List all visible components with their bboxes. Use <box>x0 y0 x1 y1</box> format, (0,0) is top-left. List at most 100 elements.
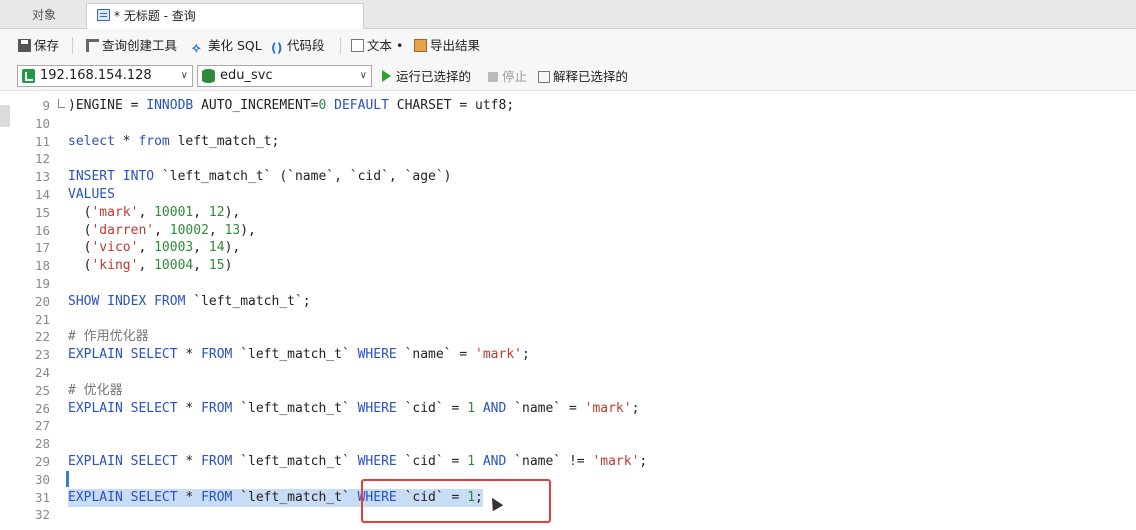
line-number: 11 <box>34 133 50 149</box>
code-line[interactable]: 10 <box>0 115 1136 133</box>
code-token: EXPLAIN SELECT <box>68 347 178 363</box>
code-token: , <box>193 240 209 256</box>
code-token: WHERE <box>357 347 397 363</box>
code-snippet-button[interactable]: () 代码段 <box>271 37 325 55</box>
code-token: 1 <box>467 454 476 469</box>
code-token: AND <box>482 400 507 416</box>
code-token: , <box>138 258 155 274</box>
line-number: 18 <box>34 258 50 274</box>
toolbar-divider <box>340 37 341 54</box>
connection-host: 192.168.154.128 <box>40 68 152 83</box>
code-line[interactable]: 22 # 作用优化器 <box>0 328 1136 346</box>
code-snippet-label: 代码段 <box>287 38 325 53</box>
code-line[interactable]: 25 # 优化器 <box>0 382 1136 400</box>
code-line[interactable]: 15 ('mark', 10001, 12), <box>0 204 1136 222</box>
explain-selected-button[interactable]: 解释已选择的 <box>538 69 628 85</box>
code-line[interactable]: 16 ('darren', 10002, 13), <box>0 222 1136 240</box>
code-token: * <box>114 133 139 149</box>
code-line[interactable]: 9)ENGINE = INNODB AUTO_INCREMENT=0 DEFAU… <box>0 97 1136 115</box>
line-number: 28 <box>34 436 50 452</box>
code-token: * <box>177 400 202 416</box>
line-number: 21 <box>34 311 50 327</box>
code-line[interactable]: 11 select * from left_match_t; <box>0 133 1136 151</box>
query-builder-icon <box>86 39 99 52</box>
code-line[interactable]: 31 EXPLAIN SELECT * FROM `left_match_t` W… <box>0 488 1136 507</box>
save-icon <box>18 39 31 52</box>
code-line[interactable]: 19 <box>0 275 1136 293</box>
code-token: )ENGINE = <box>68 98 147 113</box>
code-token: 'mark' <box>475 347 522 363</box>
code-line[interactable]: 24 <box>0 364 1136 382</box>
line-number: 25 <box>34 382 50 398</box>
code-line[interactable]: 21 <box>0 311 1136 329</box>
explain-selected-label: 解释已选择的 <box>553 69 629 84</box>
code-token: 10002 <box>169 222 209 238</box>
code-token: 13 <box>224 222 241 238</box>
beautify-sql-button[interactable]: ⟡ 美化 SQL <box>192 37 262 56</box>
code-token: DEFAULT <box>334 98 389 113</box>
code-token: INNODB <box>146 98 194 113</box>
code-line[interactable]: 29 EXPLAIN SELECT * FROM `left_match_t` W… <box>0 453 1136 471</box>
code-token: `left_match_t` <box>232 347 358 363</box>
database-name: edu_svc <box>220 68 273 83</box>
code-line[interactable]: 20 SHOW INDEX FROM `left_match_t`; <box>0 293 1136 311</box>
code-token: 12 <box>208 204 225 220</box>
code-token: , <box>193 258 209 274</box>
tab-objects[interactable]: 对象 <box>22 3 66 29</box>
code-text: ('darren', 10002, 13), <box>68 222 256 240</box>
line-number: 23 <box>34 347 50 363</box>
line-number: 9 <box>42 98 50 113</box>
line-number: 19 <box>34 276 50 291</box>
code-token: ; <box>631 400 640 416</box>
code-token: , <box>138 204 155 220</box>
run-selected-label: 运行已选择的 <box>396 69 472 84</box>
code-token: `name` != <box>506 454 593 469</box>
connection-select[interactable]: 192.168.154.128 ∨ <box>17 65 193 87</box>
tab-query[interactable]: * 无标题 - 查询 <box>86 3 364 29</box>
code-token: WHERE <box>357 454 397 469</box>
beautify-icon: ⟡ <box>192 41 201 56</box>
code-line[interactable]: 14 VALUES <box>0 186 1136 204</box>
code-token: 'mark' <box>91 204 139 220</box>
code-token: 'king' <box>91 258 139 274</box>
chevron-down-icon: ∨ <box>359 70 367 81</box>
run-selected-button[interactable]: 运行已选择的 <box>382 69 471 85</box>
code-line[interactable]: 13 INSERT INTO `left_match_t` (`name`, `c… <box>0 168 1136 186</box>
annotation-highlight-box <box>361 479 551 523</box>
code-token: 'vico' <box>91 240 139 256</box>
code-token: ; <box>522 347 530 363</box>
code-token: 'mark' <box>584 400 632 416</box>
line-number: 13 <box>34 169 50 185</box>
database-select[interactable]: edu_svc ∨ <box>197 65 372 87</box>
save-button[interactable]: 保存 <box>18 37 59 55</box>
code-line[interactable]: 26 EXPLAIN SELECT * FROM `left_match_t` W… <box>0 400 1136 418</box>
code-line[interactable]: 18 ('king', 10004, 15) <box>0 257 1136 275</box>
code-line[interactable]: 30 <box>0 470 1136 489</box>
text-mode-button[interactable]: 文本 • <box>351 37 403 55</box>
code-token: FROM <box>201 454 233 469</box>
code-line[interactable]: 12 <box>0 150 1136 168</box>
code-token: ), <box>224 240 241 256</box>
code-line[interactable]: 27 <box>0 417 1136 435</box>
code-text: select * from left_match_t; <box>68 133 279 151</box>
code-line[interactable]: 32 <box>0 506 1136 524</box>
code-token: CHARSET = utf8; <box>388 98 515 113</box>
code-line[interactable]: 17 ('vico', 10003, 14), <box>0 239 1136 257</box>
export-results-label: 导出结果 <box>430 38 481 53</box>
code-line[interactable]: 28 <box>0 435 1136 453</box>
line-number: 22 <box>34 329 50 345</box>
stop-button[interactable]: 停止 <box>488 69 527 85</box>
sql-editor[interactable]: 9)ENGINE = INNODB AUTO_INCREMENT=0 DEFAU… <box>0 91 1136 530</box>
toolbar: 保存 查询创建工具 ⟡ 美化 SQL () 代码段 文本 • 导出结果 <box>0 29 1136 61</box>
code-token: ( <box>68 222 92 238</box>
code-token: `left_match_t` <box>232 400 358 416</box>
code-token: AND <box>482 454 507 469</box>
query-builder-button[interactable]: 查询创建工具 <box>86 37 177 55</box>
code-text: ('king', 10004, 15) <box>68 257 233 275</box>
chevron-down-icon: ∨ <box>180 70 188 81</box>
play-icon <box>382 70 391 82</box>
export-results-button[interactable]: 导出结果 <box>414 37 480 55</box>
code-token: VALUES <box>68 187 115 202</box>
code-line[interactable]: 23 EXPLAIN SELECT * FROM `left_match_t` W… <box>0 346 1136 364</box>
